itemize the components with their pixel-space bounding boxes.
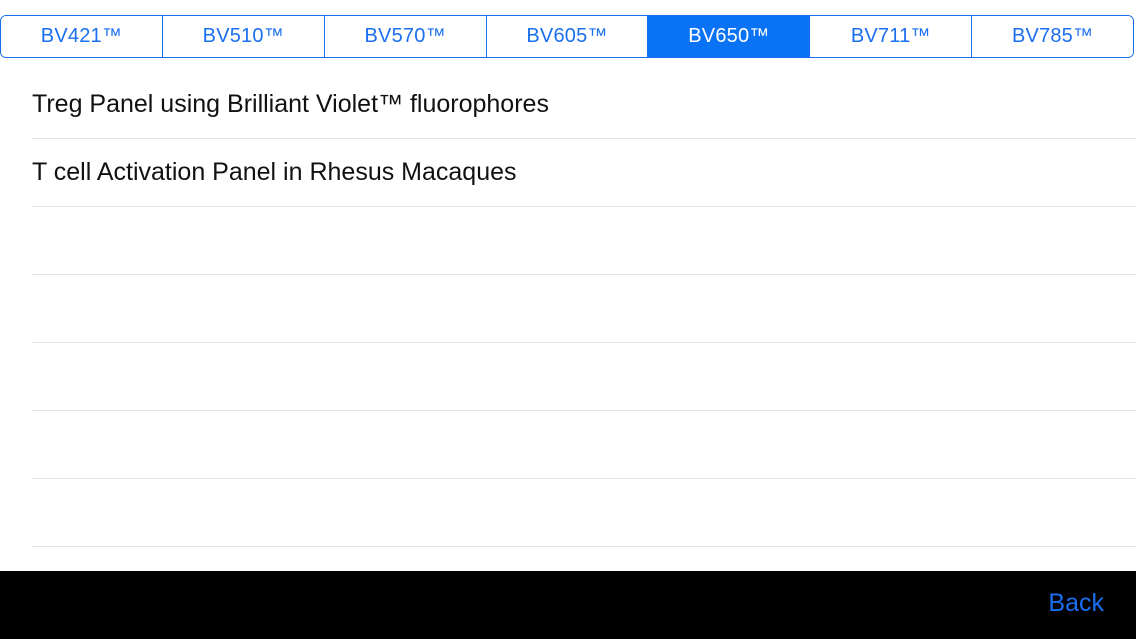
list-item[interactable]: Treg Panel using Brilliant Violet™ fluor… xyxy=(32,71,1136,139)
list-item-empty xyxy=(32,343,1136,411)
screen: BV421™ BV510™ BV570™ BV605™ BV650™ BV711… xyxy=(0,0,1136,639)
tab-bv711[interactable]: BV711™ xyxy=(810,16,973,57)
list-item-empty xyxy=(32,479,1136,547)
tab-bv785[interactable]: BV785™ xyxy=(972,16,1133,57)
tab-bv421[interactable]: BV421™ xyxy=(1,16,163,57)
list-item-empty xyxy=(32,275,1136,343)
list-item-empty xyxy=(32,207,1136,275)
tab-bv570[interactable]: BV570™ xyxy=(324,16,487,57)
bottom-toolbar: Back xyxy=(0,571,1136,639)
list-item-empty xyxy=(32,411,1136,479)
tab-bv650[interactable]: BV650™ xyxy=(648,16,811,57)
fluorophore-segmented-control: BV421™ BV510™ BV570™ BV605™ BV650™ BV711… xyxy=(0,15,1134,58)
panel-list: Treg Panel using Brilliant Violet™ fluor… xyxy=(32,71,1136,547)
list-item[interactable]: T cell Activation Panel in Rhesus Macaqu… xyxy=(32,139,1136,207)
tab-bv510[interactable]: BV510™ xyxy=(162,16,325,57)
back-button[interactable]: Back xyxy=(1048,589,1104,618)
tab-bv605[interactable]: BV605™ xyxy=(486,16,649,57)
